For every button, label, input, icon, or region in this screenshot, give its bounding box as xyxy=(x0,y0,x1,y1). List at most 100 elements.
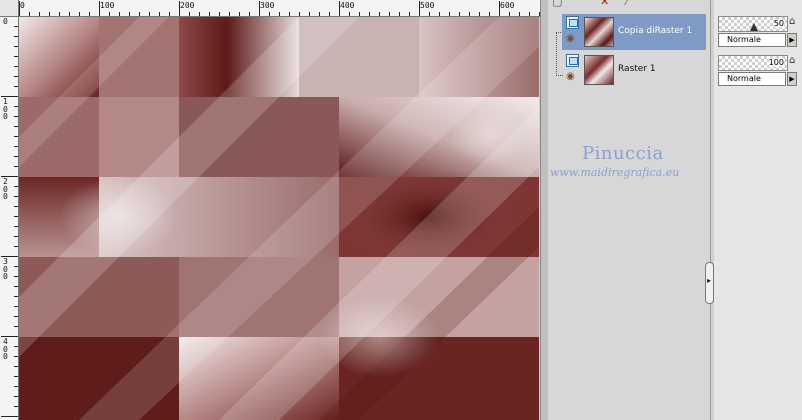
ruler-tick xyxy=(129,12,130,16)
ruler-tick xyxy=(329,12,330,16)
panel-splitter-handle[interactable]: ▸ xyxy=(705,262,714,304)
ruler-tick xyxy=(219,12,220,16)
layer-name: Raster 1 xyxy=(618,64,656,74)
ruler-tick xyxy=(109,12,110,16)
ruler-tick xyxy=(309,12,310,16)
opacity-slider[interactable]: 100 xyxy=(718,55,788,71)
ruler-tick xyxy=(119,12,120,16)
ruler-corner xyxy=(0,0,19,17)
ruler-tick xyxy=(14,166,18,167)
ruler-tick xyxy=(14,246,18,247)
ruler-tick xyxy=(379,12,380,16)
layer-visibility-icon[interactable] xyxy=(566,54,579,67)
ruler-left-label: 200 xyxy=(3,177,8,201)
ruler-tick xyxy=(1,176,18,177)
ruler-tick xyxy=(359,12,360,16)
ruler-tick xyxy=(19,1,20,16)
ruler-tick xyxy=(289,12,290,16)
blend-mode-select[interactable]: Normale xyxy=(718,72,786,86)
ruler-tick xyxy=(14,146,18,147)
slider-thumb[interactable] xyxy=(750,23,758,31)
ruler-tick xyxy=(14,156,18,157)
ruler-left-label: 0 xyxy=(3,17,8,26)
ruler-tick xyxy=(14,86,18,87)
arrow-right-icon[interactable]: ▶ xyxy=(787,72,797,86)
ruler-tick xyxy=(69,12,70,16)
ruler-tick xyxy=(1,416,18,417)
ruler-tick xyxy=(14,126,18,127)
ruler-tick xyxy=(479,12,480,16)
ruler-tick xyxy=(14,286,18,287)
arrow-right-icon: ▸ xyxy=(707,276,712,285)
ruler-tick xyxy=(449,12,450,16)
ruler-tick xyxy=(14,136,18,137)
ruler-tick xyxy=(409,12,410,16)
ruler-top: 0 100 200 300 400 500 600 xyxy=(0,0,540,17)
ruler-tick xyxy=(14,106,18,107)
ruler-tick xyxy=(14,376,18,377)
ruler-tick xyxy=(459,12,460,16)
ruler-tick xyxy=(419,1,420,16)
ruler-tick xyxy=(14,186,18,187)
layer-visibility-icon[interactable] xyxy=(566,16,579,29)
ruler-tick xyxy=(14,236,18,237)
ruler-tick xyxy=(469,12,470,16)
layer-name: Copia diRaster 1 xyxy=(618,26,693,36)
opacity-value: 50 xyxy=(773,19,784,28)
ruler-tick xyxy=(89,12,90,16)
eye-icon[interactable]: ◉ xyxy=(566,33,575,45)
new-layer-icon[interactable]: ▢ xyxy=(552,0,562,8)
ruler-left-label: 400 xyxy=(3,337,8,361)
layer-thumbnail xyxy=(584,55,614,85)
ruler-tick xyxy=(509,12,510,16)
ruler-top-label: 100 xyxy=(100,1,115,10)
ruler-tick xyxy=(209,12,210,16)
ruler-tick xyxy=(14,396,18,397)
ruler-tick xyxy=(14,386,18,387)
ruler-tick xyxy=(159,12,160,16)
arrow-right-icon[interactable]: ▶ xyxy=(787,33,797,47)
ruler-tick xyxy=(279,12,280,16)
ruler-tick xyxy=(39,12,40,16)
brush-icon[interactable]: ⁄ xyxy=(626,0,628,8)
lock-icon[interactable]: ⌂ xyxy=(789,16,795,28)
image-canvas[interactable] xyxy=(19,17,539,420)
watermark-title: Pinuccia xyxy=(582,143,664,164)
ruler-tick xyxy=(519,12,520,16)
ruler-tick xyxy=(319,12,320,16)
layer-row-raster[interactable]: ◉ Raster 1 xyxy=(562,52,706,88)
opacity-slider[interactable]: 50 xyxy=(718,16,788,32)
delete-icon[interactable]: ✕ xyxy=(600,0,609,8)
layer-row-copia[interactable]: ◉ Copia diRaster 1 xyxy=(562,14,706,50)
layers-panel: ▢ ✕ ⁄ ◉ Copia diRaster 1 ◉ Raster 1 Pinu… xyxy=(548,0,711,420)
ruler-tick xyxy=(14,26,18,27)
lock-icon[interactable]: ⌂ xyxy=(789,55,795,67)
blend-mode-select[interactable]: Normale xyxy=(718,33,786,47)
ruler-left: 0 100 200 300 400 xyxy=(0,16,19,420)
ruler-tick xyxy=(14,356,18,357)
eye-icon[interactable]: ◉ xyxy=(566,71,575,83)
ruler-tick xyxy=(349,12,350,16)
ruler-tick xyxy=(14,296,18,297)
ruler-top-label: 500 xyxy=(420,1,435,10)
ruler-tick xyxy=(229,12,230,16)
ruler-tick xyxy=(14,36,18,37)
ruler-tick xyxy=(399,12,400,16)
ruler-top-label: 300 xyxy=(260,1,275,10)
ruler-tick xyxy=(499,1,500,16)
opacity-value: 100 xyxy=(768,58,784,67)
ruler-left-label: 100 xyxy=(3,97,8,121)
ruler-tick xyxy=(29,12,30,16)
ruler-tick xyxy=(179,1,180,16)
layer-properties-panel: 50 ⌂ Normale ▶ 100 ⌂ Normale ▶ xyxy=(714,0,802,420)
ruler-tick xyxy=(14,306,18,307)
ruler-tick xyxy=(489,12,490,16)
ruler-tick xyxy=(239,12,240,16)
ruler-tick xyxy=(1,96,18,97)
ruler-tick xyxy=(189,12,190,16)
ruler-tick xyxy=(14,56,18,57)
ruler-tick xyxy=(79,12,80,16)
ruler-tick xyxy=(269,12,270,16)
ruler-tick xyxy=(439,12,440,16)
ruler-tick xyxy=(139,12,140,16)
